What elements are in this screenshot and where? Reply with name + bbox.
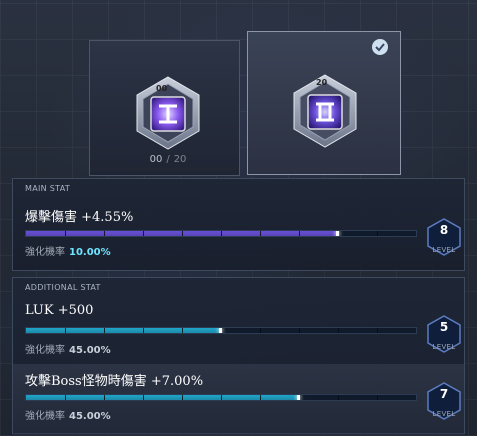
progress-segment-divider: [299, 231, 300, 236]
additional-stat-progress-bar: [25, 327, 417, 334]
additional-stat-progress-bar: [25, 394, 417, 401]
progress-tip: [297, 395, 300, 400]
progress-segment-divider: [377, 328, 378, 333]
progress-tip: [336, 231, 339, 236]
progress-segment-divider: [104, 231, 105, 236]
progress-segment-divider: [299, 328, 300, 333]
progress-segment-divider: [221, 231, 222, 236]
emblem-badge-number: 00: [156, 84, 168, 93]
main-stat-name: 爆擊傷害 +4.55%: [25, 210, 134, 225]
progress-segment-divider: [65, 328, 66, 333]
rate-value: 10.00%: [69, 247, 111, 258]
progress-segment-divider: [104, 328, 105, 333]
progress-segment-divider: [182, 395, 183, 400]
progress-segment-divider: [377, 395, 378, 400]
progress-segment-divider: [221, 395, 222, 400]
main-stat-rate: 強化機率 10.00%: [25, 243, 111, 258]
level-label: LEVEL: [432, 343, 456, 351]
progress-segment-divider: [182, 328, 183, 333]
progress-tip: [219, 328, 222, 333]
counter-current: 00: [149, 154, 163, 165]
main-stat-progress-bar: [25, 230, 417, 237]
progress-segment-divider: [65, 231, 66, 236]
main-stat-panel: MAIN STAT 爆擊傷害 +4.55% 強化機率 10.00% 8 LEVEL: [12, 178, 465, 271]
rate-label: 強化機率: [25, 247, 65, 258]
rate-value: 45.00%: [69, 411, 111, 422]
progress-segment-divider: [260, 395, 261, 400]
rate-label: 強化機率: [25, 411, 65, 422]
additional-stat-panel: ADDITIONAL STAT LUK +500 強化機率 45.00% 5 LE…: [12, 277, 465, 435]
progress-segment-divider: [260, 231, 261, 236]
progress-segment-divider: [143, 328, 144, 333]
level-badge: 8 LEVEL: [426, 218, 462, 256]
enhance-counter: 00/20: [132, 154, 204, 165]
level-number: 8: [439, 223, 449, 237]
emblem-badge-number: 20: [316, 78, 328, 87]
progress-fill: [26, 328, 221, 333]
additional-stat-title: ADDITIONAL STAT: [25, 283, 101, 292]
progress-segment-divider: [338, 395, 339, 400]
main-stat-title: MAIN STAT: [25, 184, 71, 193]
progress-segment-divider: [65, 395, 66, 400]
progress-segment-divider: [143, 395, 144, 400]
level-number: 5: [439, 320, 449, 334]
additional-stat-rate: 強化機率 45.00%: [25, 407, 111, 422]
progress-segment-divider: [182, 231, 183, 236]
progress-segment-divider: [377, 231, 378, 236]
additional-stat-name: 攻擊Boss怪物時傷害 +7.00%: [25, 374, 204, 389]
progress-segment-divider: [260, 328, 261, 333]
progress-segment-divider: [338, 328, 339, 333]
additional-stat-name: LUK +500: [25, 303, 94, 318]
counter-separator: /: [166, 154, 170, 165]
level-badge: 7 LEVEL: [426, 382, 462, 420]
level-badge: 5 LEVEL: [426, 315, 462, 353]
rate-value: 45.00%: [69, 345, 111, 356]
level-label: LEVEL: [432, 410, 456, 418]
progress-fill: [26, 395, 299, 400]
additional-stat-rate: 強化機率 45.00%: [25, 341, 111, 356]
progress-segment-divider: [104, 395, 105, 400]
check-icon: [372, 39, 388, 55]
hexagon-emblem-icon: [133, 75, 203, 155]
progress-segment-divider: [143, 231, 144, 236]
counter-max: 20: [173, 154, 187, 165]
rate-label: 強化機率: [25, 345, 65, 356]
level-number: 7: [439, 387, 449, 401]
level-label: LEVEL: [432, 246, 456, 254]
